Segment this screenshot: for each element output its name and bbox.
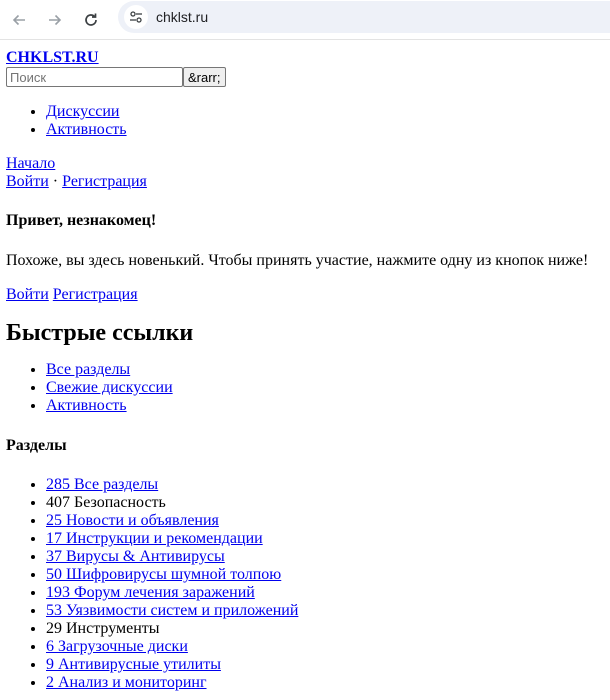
section-link[interactable]: 25 Новости и объявления — [46, 512, 219, 529]
list-item: 25 Новости и объявления — [46, 512, 602, 530]
breadcrumb: Начало — [6, 155, 602, 173]
forward-arrow-icon[interactable] — [41, 6, 69, 34]
section-link[interactable]: 50 Шифровирусы шумной толпою — [46, 566, 281, 583]
search-input[interactable] — [6, 67, 183, 87]
address-bar[interactable]: chklst.ru — [118, 1, 610, 33]
section-label: 407 Безопасность — [46, 494, 166, 511]
section-link[interactable]: 53 Уязвимости систем и приложений — [46, 602, 298, 619]
guest-login-link[interactable]: Войти — [6, 286, 49, 303]
home-link[interactable]: Начало — [6, 155, 55, 172]
list-item: 50 Шифровирусы шумной толпою — [46, 566, 602, 584]
section-link[interactable]: 9 Антивирусные утилиты — [46, 656, 221, 673]
section-link[interactable]: 285 Все разделы — [46, 476, 158, 493]
section-link[interactable]: 193 Форум лечения заражений — [46, 584, 255, 601]
search-button[interactable]: &rarr; — [183, 67, 226, 87]
quick-link-recent-discussions[interactable]: Свежие дискуссии — [46, 379, 173, 396]
sections-heading: Разделы — [6, 437, 67, 454]
page-content: CHKLST.RU &rarr; Дискуссии Активность На… — [0, 40, 610, 692]
section-link[interactable]: 6 Загрузочные диски — [46, 638, 188, 655]
site-info-icon[interactable] — [124, 5, 148, 29]
quick-links-heading: Быстрые ссылки — [6, 320, 194, 346]
list-item: 29 Инструменты — [46, 620, 602, 638]
list-item: 285 Все разделы — [46, 476, 602, 494]
quick-link-activity[interactable]: Активность — [46, 397, 127, 414]
list-item: 2 Анализ и мониторинг — [46, 674, 602, 692]
list-item: 9 Антивирусные утилиты — [46, 656, 602, 674]
nav-link-discussions[interactable]: Дискуссии — [46, 103, 119, 120]
site-title-link[interactable]: CHKLST.RU — [6, 49, 99, 67]
auth-links: Войти · Регистрация — [6, 173, 602, 191]
nav-item-activity: Активность — [46, 121, 602, 139]
guest-register-link[interactable]: Регистрация — [53, 286, 138, 303]
top-nav: Дискуссии Активность — [6, 103, 602, 139]
list-item: 37 Вирусы & Антивирусы — [46, 548, 602, 566]
guest-actions: Войти Регистрация — [6, 286, 602, 304]
sections-list: 285 Все разделы 407 Безопасность 25 Ново… — [6, 476, 602, 692]
section-link[interactable]: 2 Анализ и мониторинг — [46, 674, 207, 691]
separator: · — [52, 173, 59, 190]
search-form: &rarr; — [6, 67, 602, 87]
reload-icon[interactable] — [77, 6, 105, 34]
nav-link-activity[interactable]: Активность — [46, 121, 127, 138]
quick-link-all-categories[interactable]: Все разделы — [46, 361, 130, 378]
section-link[interactable]: 37 Вирусы & Антивирусы — [46, 548, 225, 565]
list-item: Все разделы — [46, 361, 602, 379]
login-link[interactable]: Войти — [6, 173, 49, 190]
list-item: Свежие дискуссии — [46, 379, 602, 397]
guest-message: Похоже, вы здесь новенький. Чтобы принят… — [6, 252, 589, 269]
back-arrow-icon[interactable] — [5, 6, 33, 34]
quick-links-list: Все разделы Свежие дискуссии Активность — [6, 361, 602, 415]
list-item: 17 Инструкции и рекомендации — [46, 530, 602, 548]
section-link[interactable]: 17 Инструкции и рекомендации — [46, 530, 263, 547]
nav-item-discussions: Дискуссии — [46, 103, 602, 121]
section-label: 29 Инструменты — [46, 620, 160, 637]
list-item: Активность — [46, 397, 602, 415]
register-link[interactable]: Регистрация — [62, 173, 147, 190]
list-item: 6 Загрузочные диски — [46, 638, 602, 656]
url-text: chklst.ru — [156, 9, 209, 25]
list-item: 53 Уязвимости систем и приложений — [46, 602, 602, 620]
list-item: 193 Форум лечения заражений — [46, 584, 602, 602]
list-item: 407 Безопасность — [46, 494, 602, 512]
browser-toolbar: chklst.ru — [0, 0, 610, 40]
guest-heading: Привет, незнакомец! — [6, 212, 157, 229]
